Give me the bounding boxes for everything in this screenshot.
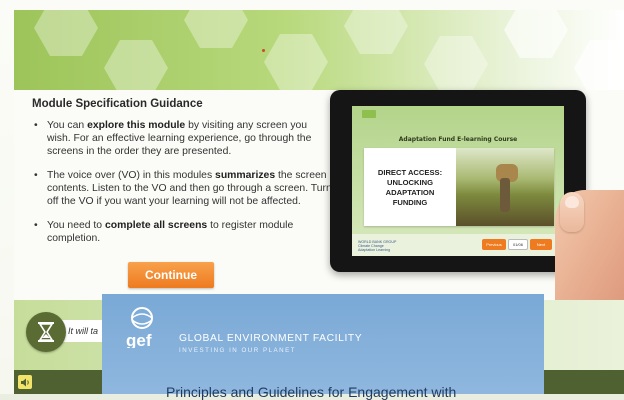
world-bank-logo: WORLD BANK GROUP Climate Change Adaptati… bbox=[358, 240, 397, 252]
course-logo-icon bbox=[362, 110, 376, 118]
guidance-list: You can explore this module by visiting … bbox=[32, 119, 332, 256]
guidance-title: Module Specification Guidance bbox=[32, 98, 203, 110]
hourglass-icon bbox=[26, 312, 66, 352]
slide-footer: WORLD BANK GROUP Climate Change Adaptati… bbox=[352, 234, 564, 256]
speaker-icon[interactable] bbox=[18, 375, 32, 389]
header-marker-dot bbox=[262, 49, 265, 52]
course-heading: Adaptation Fund E-learning Course bbox=[398, 136, 518, 143]
tablet-preview: Adaptation Fund E-learning Course DIRECT… bbox=[330, 90, 586, 272]
thumbnail-nail bbox=[565, 196, 579, 208]
hint-text: It will ta bbox=[68, 326, 99, 336]
gef-org-name: GLOBAL ENVIRONMENT FACILITY bbox=[179, 333, 363, 344]
gef-document-title: Principles and Guidelines for Engagement… bbox=[166, 384, 457, 400]
list-item: You can explore this module by visiting … bbox=[32, 119, 332, 158]
list-item: The voice over (VO) in this modules summ… bbox=[32, 169, 332, 208]
list-item: You need to complete all screens to regi… bbox=[32, 219, 332, 245]
tablet-screen: Adaptation Fund E-learning Course DIRECT… bbox=[352, 106, 564, 256]
farmer-photo bbox=[456, 148, 554, 226]
gef-tagline: INVESTING IN OUR PLANET bbox=[179, 347, 297, 354]
continue-button[interactable]: Continue bbox=[128, 262, 214, 288]
previous-button[interactable]: Previous bbox=[482, 239, 506, 250]
gef-document-overlay bbox=[102, 294, 544, 394]
next-button[interactable]: Next bbox=[530, 239, 552, 250]
slide-title: DIRECT ACCESS: UNLOCKING ADAPTATION FUND… bbox=[377, 168, 443, 207]
slide-counter: 01/06 bbox=[508, 239, 528, 250]
gef-logo: gef bbox=[124, 304, 164, 350]
header-banner bbox=[14, 10, 624, 90]
slide-card: DIRECT ACCESS: UNLOCKING ADAPTATION FUND… bbox=[364, 148, 554, 226]
gef-logo-text: gef bbox=[126, 331, 152, 348]
